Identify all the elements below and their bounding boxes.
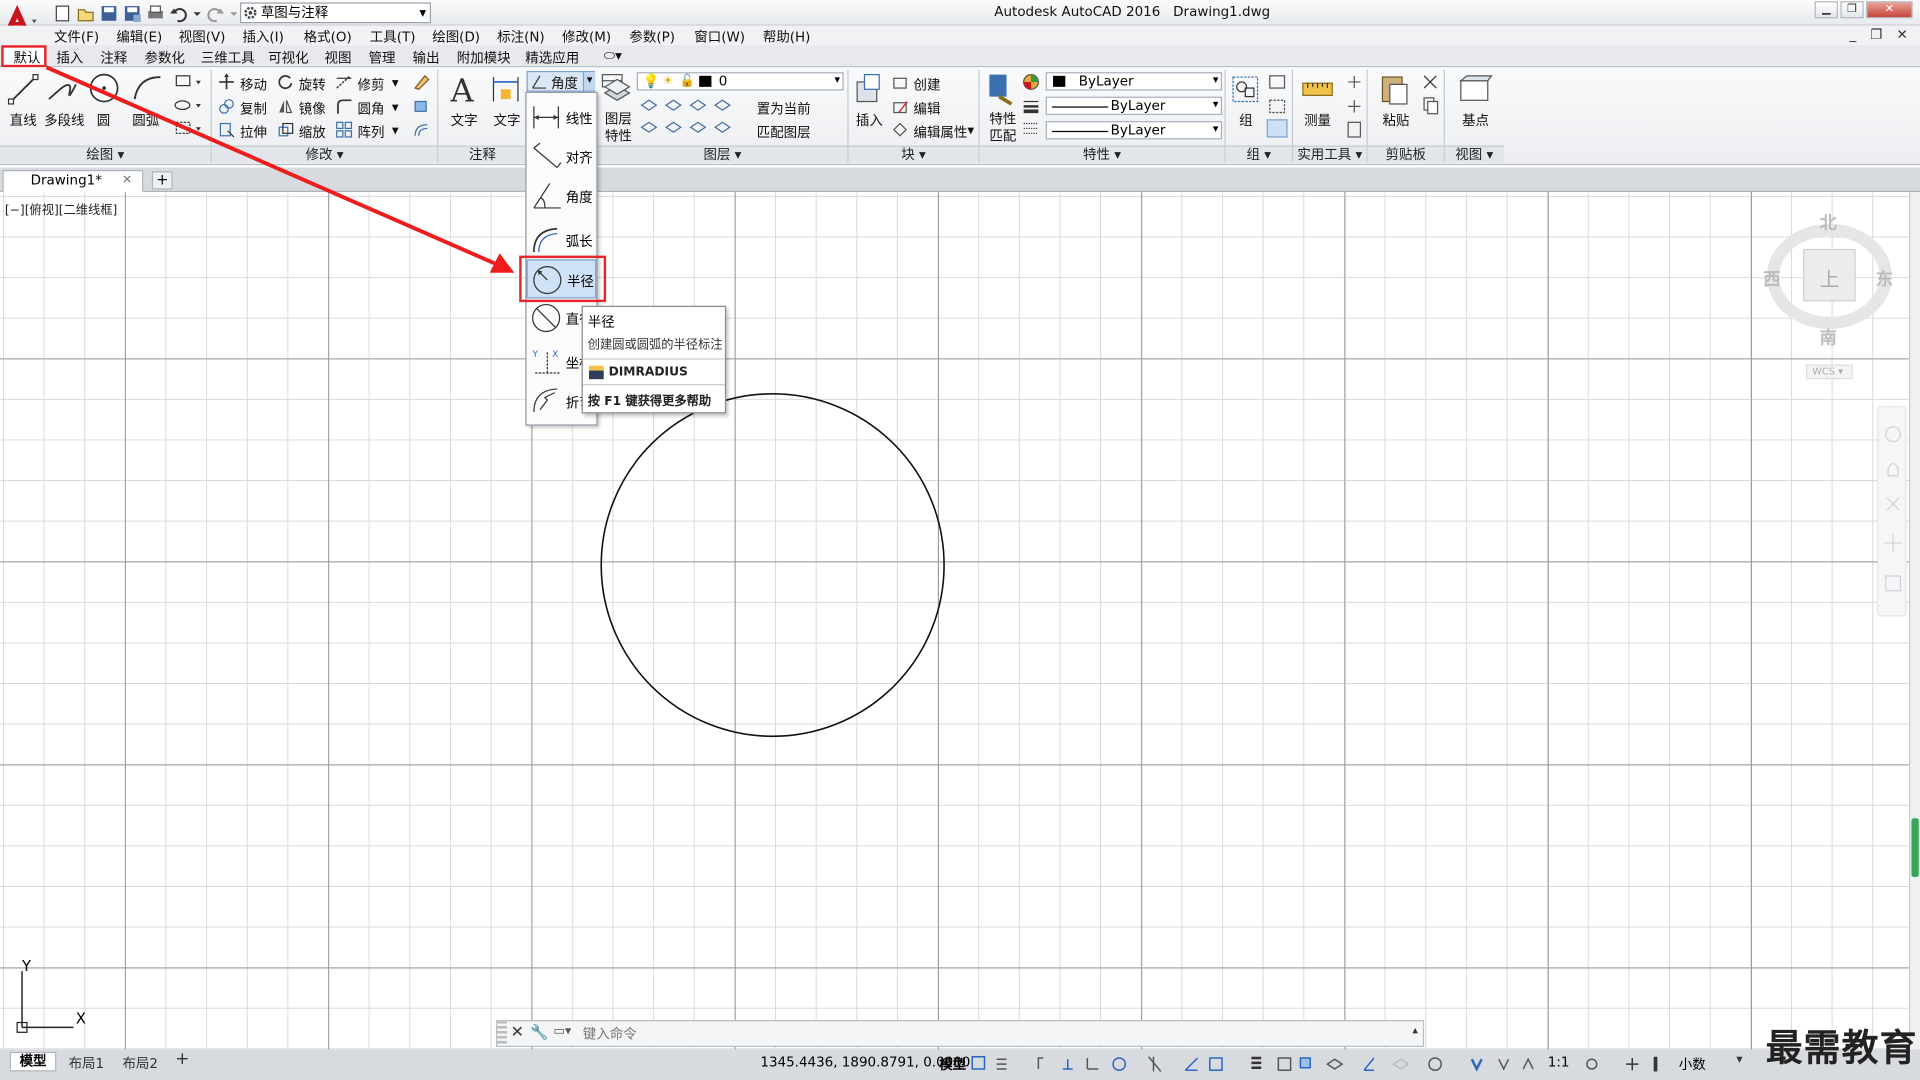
- close-icon[interactable]: ✕: [511, 1024, 524, 1042]
- ucs-y-label: Y: [22, 957, 32, 975]
- units-chevron-icon[interactable]: ▾: [1736, 1053, 1742, 1066]
- model-space-toggle[interactable]: 模型: [939, 1054, 966, 1074]
- ucs-x-label: X: [75, 1010, 87, 1028]
- annotation-scale[interactable]: 1:1: [1548, 1054, 1570, 1070]
- command-line-grip[interactable]: [497, 1021, 507, 1046]
- tab-model-label: 模型: [19, 1053, 47, 1069]
- tab-layout2[interactable]: 布局2: [122, 1053, 158, 1073]
- tab-layout1[interactable]: 布局1: [69, 1053, 105, 1073]
- command-line: ✕ 🔧 ▭▾ ▴: [495, 1020, 1425, 1047]
- autocad-window: 草图与注释 ▾ Autodesk AutoCAD 2016 Drawing1.d…: [0, 0, 1920, 1080]
- units-dropdown[interactable]: 小数: [1679, 1054, 1706, 1074]
- annotation-arrow: [45, 65, 515, 273]
- command-input[interactable]: [582, 1023, 1404, 1044]
- watermark-logo: 最需教育: [1765, 1027, 1918, 1071]
- layout-tab-bar: 模型 布局1 布局2 +: [0, 1049, 735, 1080]
- tab-model[interactable]: 模型: [9, 1051, 57, 1072]
- recent-commands-icon[interactable]: ▭▾: [553, 1025, 571, 1038]
- wrench-icon[interactable]: 🔧: [530, 1024, 548, 1041]
- chevron-up-icon[interactable]: ▴: [1412, 1025, 1418, 1037]
- status-toggle-icons[interactable]: [970, 1054, 1729, 1074]
- status-bar: 1345.4436, 1890.8791, 0.0000 模型 1:1 小数 ▾: [734, 1049, 1920, 1080]
- add-layout-button[interactable]: +: [175, 1049, 189, 1069]
